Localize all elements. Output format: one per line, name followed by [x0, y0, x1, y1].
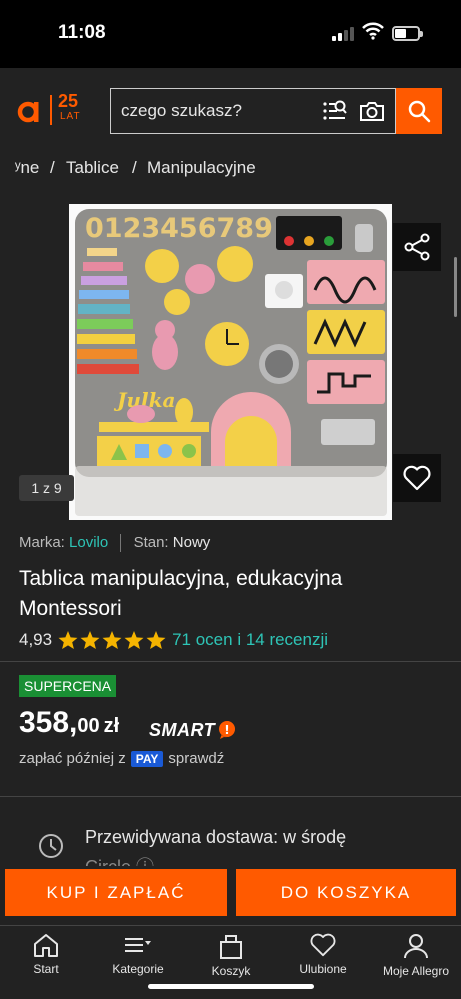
section-divider — [0, 661, 461, 662]
heart-icon — [403, 465, 431, 491]
pay-later-check-link[interactable]: sprawdź — [168, 750, 224, 767]
board-digits: 0123456789 — [85, 213, 273, 244]
tab-label: Ulubione — [299, 962, 347, 976]
pay-later-row: zapłać później z PAY sprawdź — [19, 750, 224, 767]
add-to-favorites-button[interactable] — [393, 454, 441, 502]
smart-label[interactable]: SMART — [149, 720, 215, 741]
price-decimal: 00 — [77, 715, 100, 737]
delivery-partial-line: Circle ⓘ — [85, 853, 154, 866]
brand-label: Marka: — [19, 534, 65, 551]
image-counter: 1 z 9 — [19, 475, 74, 501]
search-button[interactable] — [396, 88, 442, 134]
busy-board-illustration: 0123456789 Julka — [69, 204, 392, 520]
tab-label: Start — [33, 962, 59, 976]
search-box — [110, 88, 396, 134]
tab-favorites[interactable]: Ulubione — [292, 932, 354, 988]
section-divider — [0, 796, 461, 797]
heart-icon — [310, 933, 336, 957]
price-integer: 358, — [19, 706, 78, 739]
menu-icon — [125, 938, 151, 952]
product-page: ʸne / Tablice / Manipulacyjne 0123456789 — [0, 153, 461, 866]
star-icon — [124, 630, 144, 649]
list-search-icon[interactable] — [321, 99, 347, 123]
condition-label: Stan: — [133, 534, 169, 551]
share-button[interactable] — [393, 223, 441, 271]
breadcrumb-item-manipulacyjne[interactable]: Manipulacyjne — [147, 158, 256, 178]
product-title: Tablica manipulacyjna, edukacyjna Montes… — [19, 567, 343, 620]
status-bar: 11:08 — [0, 0, 461, 68]
star-icon — [58, 630, 78, 649]
star-icon — [102, 630, 122, 649]
product-price: 358,00 zł — [19, 706, 119, 740]
tab-my-allegro[interactable]: Moje Allegro — [378, 932, 454, 988]
wifi-icon — [362, 22, 384, 40]
user-icon — [404, 934, 428, 959]
reviews-link[interactable]: 71 ocen i 14 recenzji — [172, 630, 328, 650]
purchase-actions: KUP I ZAPŁAĆ DO KOSZYKA — [0, 866, 461, 925]
condition-value: Nowy — [172, 534, 211, 551]
allegro-logo-icon[interactable] — [16, 94, 42, 124]
status-time: 11:08 — [58, 22, 106, 43]
brand-link[interactable]: Lovilo — [69, 534, 108, 551]
pay-later-text: zapłać później z — [19, 750, 126, 767]
smart-icon-mark: ! — [224, 723, 229, 737]
product-image[interactable]: 0123456789 Julka — [69, 204, 392, 520]
breadcrumb-item-truncated[interactable]: ʸne — [15, 158, 39, 178]
cart-icon — [220, 935, 242, 959]
tab-start[interactable]: Start — [18, 932, 74, 988]
search-icon — [408, 100, 431, 123]
breadcrumb-separator: / — [132, 158, 137, 177]
rating-score: 4,93 — [19, 630, 53, 649]
breadcrumb-separator: / — [50, 158, 55, 177]
home-indicator[interactable] — [148, 984, 314, 989]
home-icon — [34, 934, 58, 957]
clock-icon — [39, 834, 63, 858]
camera-icon[interactable] — [359, 99, 385, 123]
logo-anniversary-label: LAT — [60, 111, 81, 122]
smart-icon: ! — [219, 721, 235, 739]
meta-divider — [120, 534, 122, 553]
signal-icon — [332, 27, 354, 41]
breadcrumb-item-tablice[interactable]: Tablice — [66, 158, 119, 178]
star-icon — [146, 630, 166, 649]
rating-stars — [58, 630, 166, 650]
logo-divider — [50, 95, 52, 125]
tab-label: Moje Allegro — [382, 964, 450, 978]
delivery-estimate: Przewidywana dostawa: w środę — [85, 827, 347, 847]
search-input[interactable] — [121, 89, 321, 133]
share-icon — [404, 233, 430, 261]
pay-badge: PAY — [130, 750, 164, 767]
tab-label: Koszyk — [211, 964, 251, 978]
tab-label: Kategorie — [112, 962, 164, 976]
buy-now-button[interactable]: KUP I ZAPŁAĆ — [5, 869, 227, 916]
product-rating: 4,93 71 ocen i 14 recenzji — [19, 629, 328, 651]
breadcrumb: ʸne / Tablice / Manipulacyjne — [0, 153, 461, 183]
tab-cart[interactable]: Koszyk — [204, 932, 258, 988]
tab-categories[interactable]: Kategorie — [102, 932, 174, 988]
app-header: 25 LAT — [0, 68, 461, 153]
star-icon — [80, 630, 100, 649]
logo-anniversary-number: 25 — [58, 91, 79, 111]
price-currency: zł — [103, 715, 120, 737]
product-meta: Marka: Lovilo Stan: Nowy — [19, 534, 211, 553]
supercena-badge: SUPERCENA — [19, 675, 117, 697]
scrollbar[interactable] — [454, 257, 457, 317]
add-to-cart-button[interactable]: DO KOSZYKA — [236, 869, 456, 916]
battery-icon — [392, 26, 423, 41]
